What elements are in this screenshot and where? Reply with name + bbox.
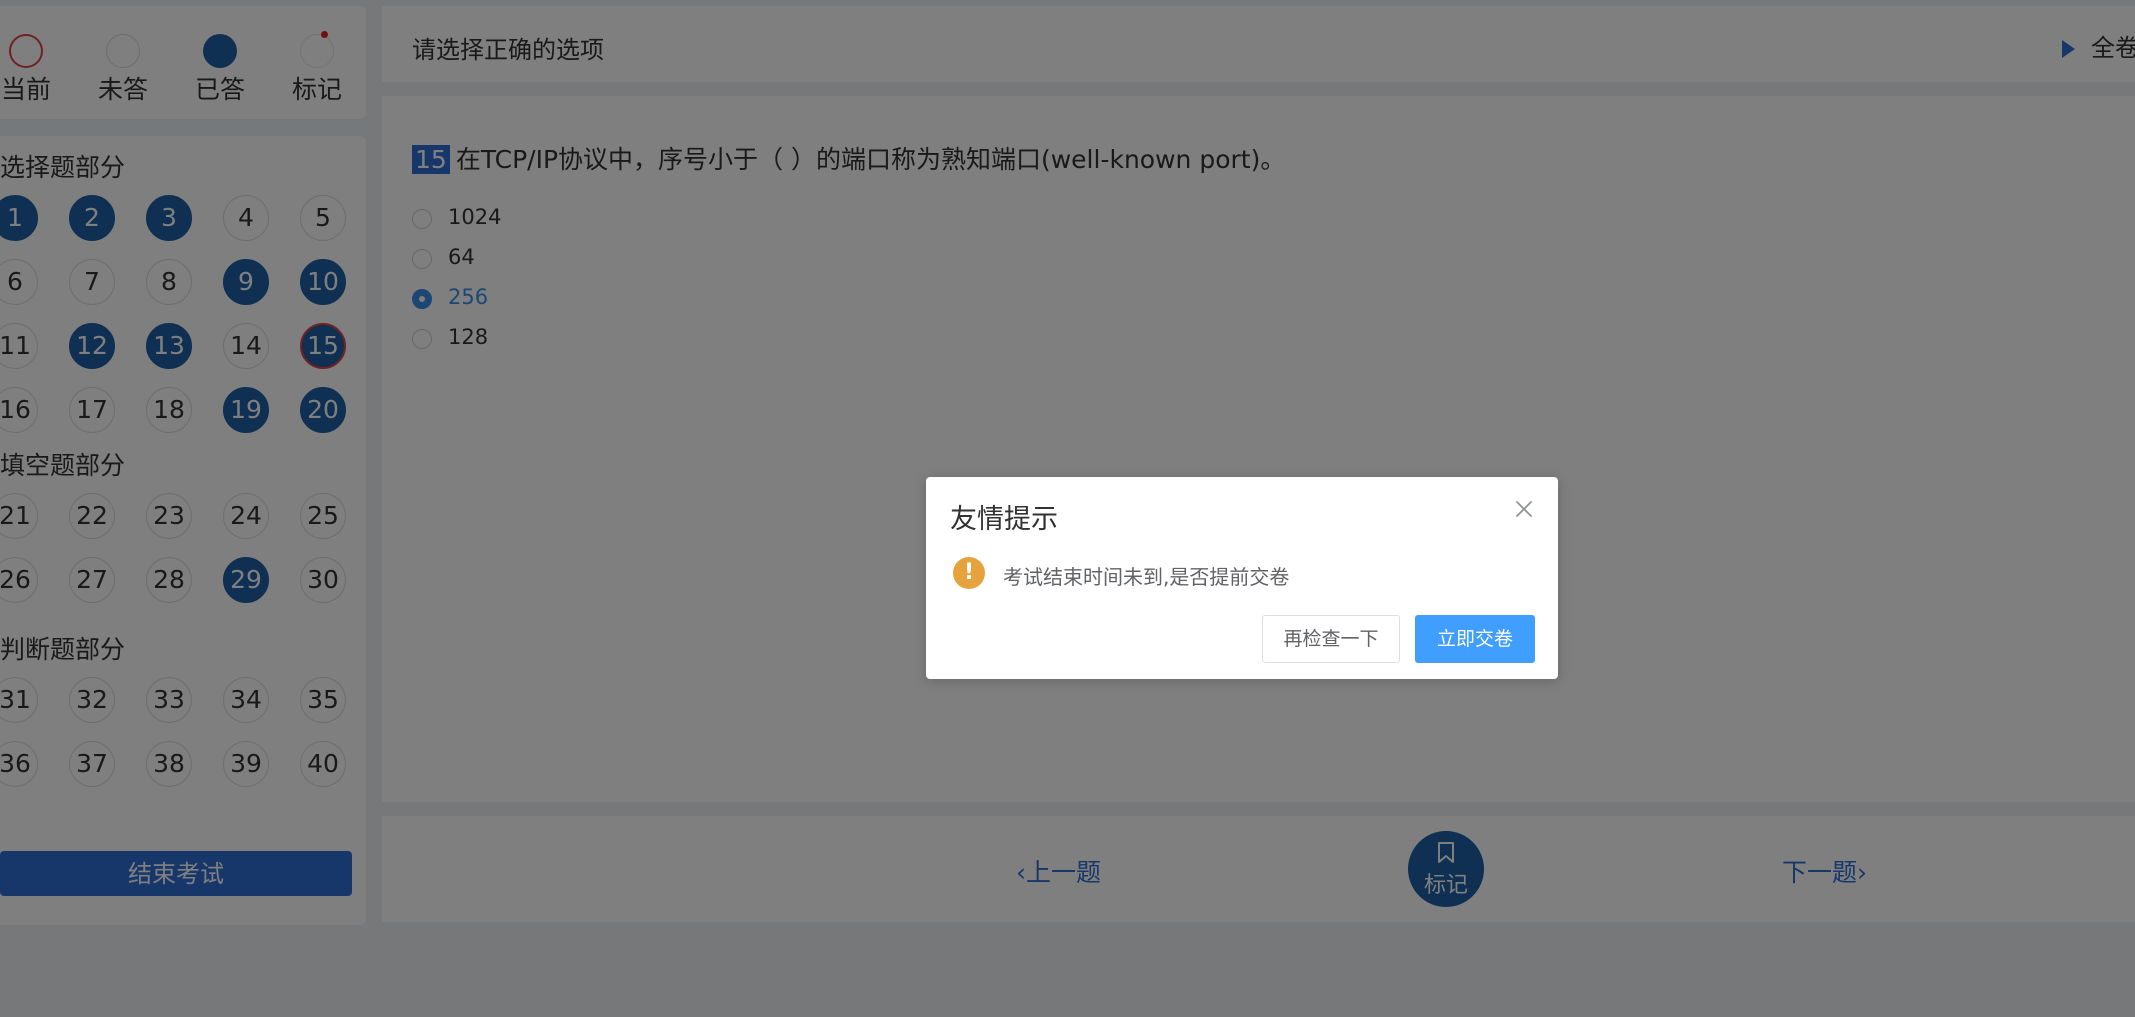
warning-icon: ! xyxy=(953,557,985,589)
recheck-button[interactable]: 再检查一下 xyxy=(1262,615,1400,663)
submit-now-button[interactable]: 立即交卷 xyxy=(1415,615,1535,663)
close-icon[interactable] xyxy=(1514,499,1534,519)
dialog-message: 考试结束时间未到,是否提前交卷 xyxy=(1003,565,1290,589)
dialog-title: 友情提示 xyxy=(950,504,1058,535)
confirm-dialog: 友情提示 ! 考试结束时间未到,是否提前交卷 再检查一下 立即交卷 xyxy=(926,477,1558,679)
